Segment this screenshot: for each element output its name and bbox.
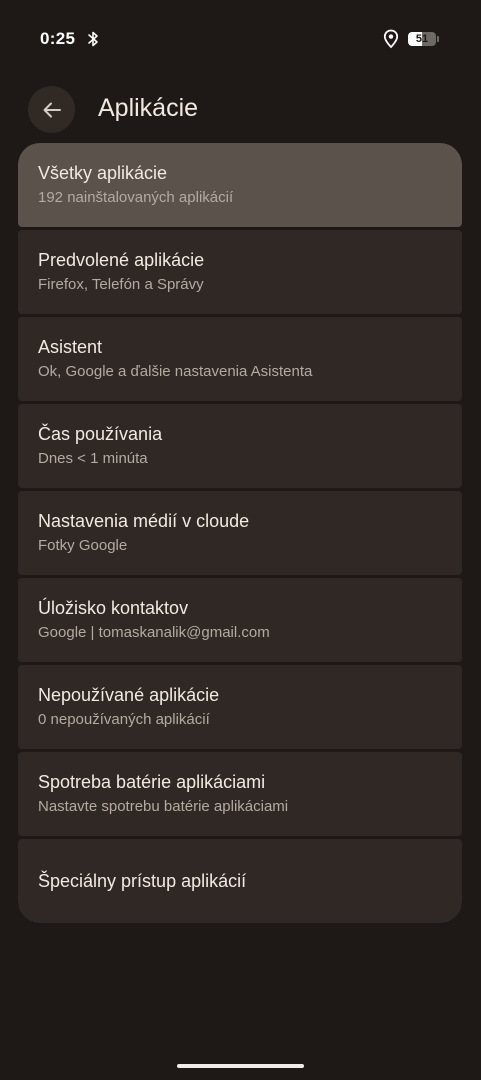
item-subtitle: Google | tomaskanalik@gmail.com xyxy=(38,624,270,641)
list-item-battery-usage[interactable]: Spotreba batérie aplikáciami Nastavte sp… xyxy=(18,752,462,836)
arrow-left-icon xyxy=(43,102,61,117)
list-item-contacts-storage[interactable]: Úložisko kontaktov Google | tomaskanalik… xyxy=(18,578,462,662)
location-icon xyxy=(383,29,399,49)
item-subtitle: 192 nainštalovaných aplikácií xyxy=(38,189,234,206)
battery-cap xyxy=(437,36,439,42)
item-title: Spotreba batérie aplikáciami xyxy=(38,772,266,792)
item-subtitle: Firefox, Telefón a Správy xyxy=(38,276,204,293)
item-title: Úložisko kontaktov xyxy=(38,598,189,618)
item-title: Špeciálny prístup aplikácií xyxy=(38,871,247,891)
item-subtitle: 0 nepoužívaných aplikácií xyxy=(38,711,210,728)
back-button[interactable] xyxy=(28,86,75,133)
item-title: Všetky aplikácie xyxy=(38,163,168,183)
item-subtitle: Fotky Google xyxy=(38,537,128,554)
item-title: Predvolené aplikácie xyxy=(38,250,205,270)
settings-list: Všetky aplikácie 192 nainštalovaných apl… xyxy=(18,143,462,926)
list-item-cloud-media[interactable]: Nastavenia médií v cloude Fotky Google xyxy=(18,491,462,575)
list-item-all-apps[interactable]: Všetky aplikácie 192 nainštalovaných apl… xyxy=(18,143,462,227)
battery-icon: 51 xyxy=(408,32,436,46)
item-subtitle: Nastavte spotrebu batérie aplikáciami xyxy=(38,798,289,815)
status-time: 0:25 xyxy=(40,29,76,48)
item-subtitle: Dnes < 1 minúta xyxy=(38,450,148,467)
list-item-special-access[interactable]: Špeciálny prístup aplikácií xyxy=(18,839,462,923)
status-bar: 0:25 51 xyxy=(0,0,481,78)
item-title: Nepoužívané aplikácie xyxy=(38,685,220,705)
item-subtitle: Ok, Google a ďalšie nastavenia Asistenta xyxy=(38,363,313,380)
list-item-unused-apps[interactable]: Nepoužívané aplikácie 0 nepoužívaných ap… xyxy=(18,665,462,749)
list-item-assistant[interactable]: Asistent Ok, Google a ďalšie nastavenia … xyxy=(18,317,462,401)
battery-level: 51 xyxy=(415,33,429,45)
item-title: Čas používania xyxy=(38,424,163,444)
gesture-nav-handle[interactable] xyxy=(177,1064,304,1068)
list-item-screen-time[interactable]: Čas používania Dnes < 1 minúta xyxy=(18,404,462,488)
bluetooth-icon xyxy=(88,31,98,47)
page-title: Aplikácie xyxy=(98,94,199,122)
list-item-default-apps[interactable]: Predvolené aplikácie Firefox, Telefón a … xyxy=(18,230,462,314)
item-title: Nastavenia médií v cloude xyxy=(38,511,250,531)
item-title: Asistent xyxy=(38,337,103,357)
